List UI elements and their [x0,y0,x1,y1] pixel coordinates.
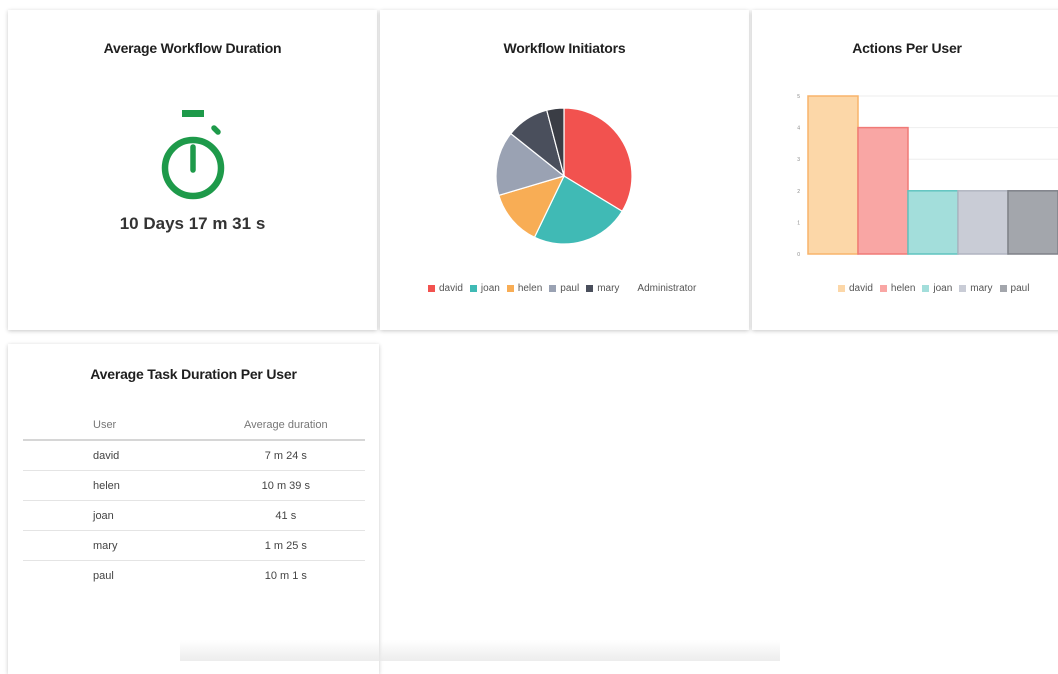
legend-swatch [959,285,967,292]
pie-chart[interactable] [380,80,749,280]
legend-swatch [506,285,514,292]
average-workflow-duration-card: Average Workflow Duration 10 Days 17 m 3… [8,10,377,330]
table-row: mary 1 m 25 s [23,530,365,561]
legend-item-joan[interactable]: joan [469,283,500,294]
legend-item-mary[interactable]: mary [586,283,619,294]
card-title: Average Workflow Duration [103,40,282,56]
legend-label: mary [970,283,993,294]
table-row: david 7 m 24 s [23,440,365,471]
cell-user: mary [23,530,207,561]
legend-swatch [879,285,887,292]
cell-user: helen [23,470,207,501]
legend-swatch [428,285,435,292]
legend-swatch [999,285,1007,292]
column-header-user[interactable]: User [23,410,207,441]
table-row: joan 41 s [23,500,365,531]
actions-per-user-card: Actions Per User 0 1 2 3 4 5 david helen joan ma… [752,10,1058,330]
legend-swatch [586,285,594,292]
cell-user: paul [93,569,114,582]
bar-david[interactable] [807,95,859,255]
bar-paul[interactable] [1007,190,1058,255]
legend-item-david[interactable]: david [428,283,463,294]
cell-duration: 41 s [206,500,365,531]
legend-item-mary[interactable]: mary [959,283,993,294]
y-tick-label: 0 [797,252,800,258]
table-row: paul 10 m 1 s [23,561,365,591]
card-title: Actions Per User [852,40,962,56]
table-header-row: User Average duration [23,410,365,441]
legend-swatch [922,285,930,292]
duration-value: 10 Days 17 m 31 s [119,214,266,233]
stopwatch-icon [161,110,225,200]
legend-item-paul[interactable]: paul [999,283,1030,294]
legend-label: Administrator [637,283,697,294]
bar-helen[interactable] [857,126,909,255]
cell-user: joan [23,500,207,531]
legend-swatch [549,285,557,292]
legend-label: joan [933,283,953,294]
bar-chart[interactable]: 0 1 2 3 4 5 [752,82,1058,272]
legend-swatch [626,285,634,292]
legend-item-administrator[interactable]: Administrator [626,283,696,294]
legend-label: mary [597,283,620,294]
cell-duration: 1 m 25 s [206,530,365,561]
card-title: Average Task Duration Per User [90,366,297,382]
legend-label: helen [890,283,916,294]
legend-item-helen[interactable]: helen [506,283,543,294]
workflow-initiators-card: Workflow Initiators david joan helen paul ma… [380,10,749,330]
legend-label: paul [1010,283,1030,294]
bar-joan[interactable] [907,190,959,255]
y-tick-label: 5 [797,94,800,100]
y-tick-label: 2 [797,189,800,195]
average-task-duration-card: Average Task Duration Per User User Aver… [8,344,379,674]
legend-swatch [838,285,845,292]
legend-item-david[interactable]: david [838,283,873,294]
table-row: helen 10 m 39 s [23,470,365,501]
legend-item-joan[interactable]: joan [922,283,952,294]
legend-item-paul[interactable]: paul [549,283,579,294]
pie-legend: david joan helen paul mary Administrator [428,283,703,295]
bar-mary[interactable] [957,190,1009,255]
legend-label: david [849,283,873,294]
legend-label: joan [480,283,500,294]
task-duration-table: User Average duration david 7 m 24 s hel… [23,410,365,590]
bottom-shadow [180,640,780,661]
legend-label: david [439,283,463,294]
legend-label: paul [560,283,580,294]
y-tick-label: 4 [797,126,800,132]
y-tick-label: 1 [797,220,800,226]
column-header-duration[interactable]: Average duration [206,410,365,441]
bar-legend: david helen joan mary paul [838,283,1036,295]
cell-duration: 7 m 24 s [206,440,365,471]
legend-label: helen [517,283,543,294]
cell-duration: 10 m 1 s [264,569,307,582]
card-title: Workflow Initiators [503,40,626,56]
legend-swatch [469,285,477,292]
legend-item-helen[interactable]: helen [879,283,916,294]
y-tick-label: 3 [797,157,800,163]
cell-user: david [23,440,207,471]
cell-duration: 10 m 39 s [206,470,365,501]
